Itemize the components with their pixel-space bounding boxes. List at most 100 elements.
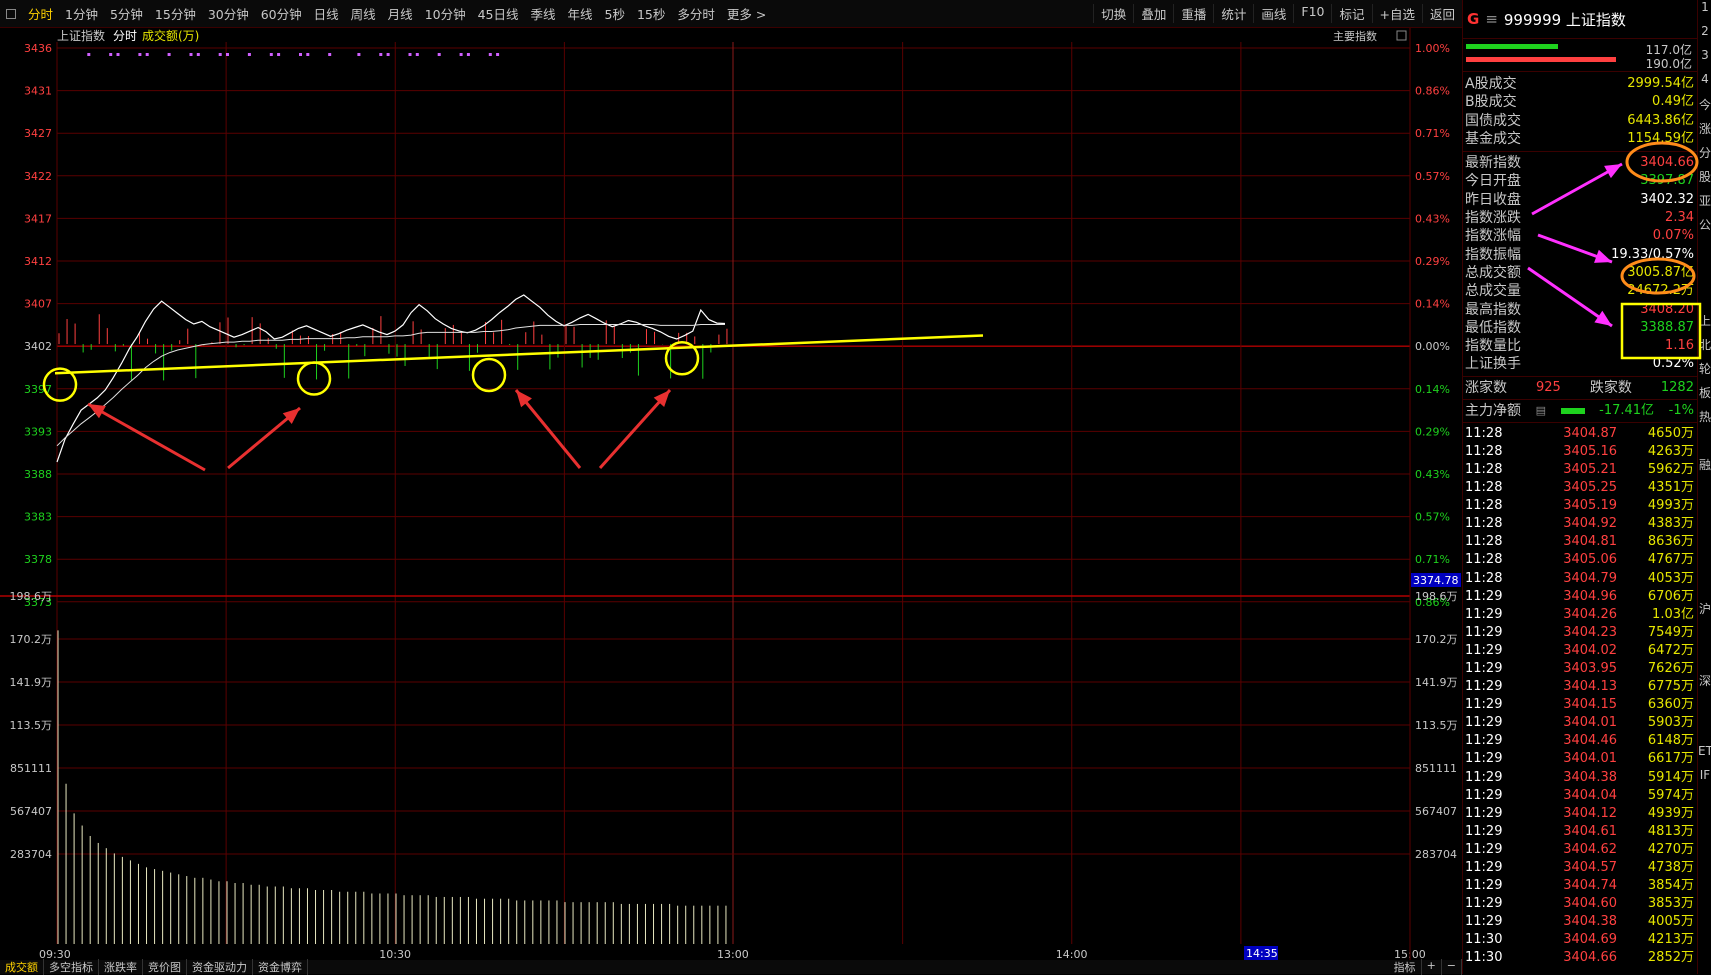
indicator-ctrl-0[interactable]: 指标 (1389, 959, 1422, 975)
tab-period-1[interactable]: 1分钟 (59, 4, 104, 23)
side-strip-item[interactable] (1698, 696, 1711, 720)
stat-value: 24672.2万 (1627, 283, 1694, 299)
g-badge[interactable]: G (1467, 10, 1479, 28)
side-strip-item[interactable] (1698, 240, 1711, 264)
tick-row: 11:29 3404.62 4270万 (1463, 841, 1698, 859)
indicator-tab-5[interactable]: 资金博弈 (253, 959, 308, 975)
up-count: 925 (1536, 379, 1561, 395)
indicator-ctrl-2[interactable]: − (1442, 959, 1462, 975)
tab-period-4[interactable]: 30分钟 (202, 4, 255, 23)
signal-dot (277, 53, 281, 56)
side-strip-item[interactable]: 分 (1698, 144, 1711, 168)
flow-icon[interactable]: ▤ (1536, 400, 1546, 422)
side-strip-item[interactable]: 热 (1698, 408, 1711, 432)
side-strip-item[interactable]: 涨 (1698, 120, 1711, 144)
tab-period-0[interactable]: 分时 (22, 4, 59, 23)
side-strip-item[interactable]: 今 (1698, 96, 1711, 120)
toolbar-btn-5[interactable]: F10 (1293, 4, 1331, 23)
side-strip-item[interactable]: 融 (1698, 456, 1711, 480)
side-strip-item[interactable] (1698, 504, 1711, 528)
tick-volume: 6360万 (1647, 697, 1694, 713)
tick-time: 11:28 (1465, 480, 1503, 496)
toolbar-btn-1[interactable]: 叠加 (1133, 4, 1173, 23)
tick-volume: 5974万 (1647, 787, 1694, 803)
side-strip-item[interactable] (1698, 264, 1711, 288)
side-strip-item[interactable]: 股 (1698, 168, 1711, 192)
side-strip: 1234今涨分股亚公上北轮板热融沪深 ETIF (1697, 0, 1711, 974)
indicator-tab-2[interactable]: 涨跌率 (99, 959, 143, 975)
tab-period-6[interactable]: 日线 (308, 4, 345, 23)
expand-icon[interactable] (1396, 30, 1407, 41)
side-strip-item[interactable]: 3 (1698, 48, 1711, 72)
signal-dot (189, 53, 193, 56)
stat-value: 3397.87 (1640, 173, 1694, 189)
side-strip-item[interactable] (1698, 552, 1711, 576)
indicator-tab-3[interactable]: 竞价图 (143, 959, 187, 975)
toolbar-btn-2[interactable]: 重播 (1173, 4, 1213, 23)
tick-price: 3404.38 (1563, 769, 1617, 785)
toolbar-btn-4[interactable]: 画线 (1253, 4, 1293, 23)
stat-row: 指数涨跌 2.34 (1463, 209, 1698, 227)
toolbar-btn-7[interactable]: +自选 (1371, 4, 1422, 23)
side-strip-item[interactable]: 上 (1698, 312, 1711, 336)
stat-row: 最新指数 3404.66 (1463, 154, 1698, 172)
tick-list[interactable]: 11:28 3404.87 4650万 11:28 3405.16 4263万 11:28 3… (1463, 423, 1698, 968)
stat-label: 指数涨跌 (1465, 210, 1521, 227)
side-strip-item[interactable]: ET (1698, 744, 1711, 768)
tab-period-10[interactable]: 45日线 (472, 4, 525, 23)
side-strip-item[interactable] (1698, 480, 1711, 504)
indicator-tab-0[interactable]: 成交额 (0, 959, 44, 975)
tab-period-7[interactable]: 周线 (345, 4, 382, 23)
tab-period-11[interactable]: 季线 (525, 4, 562, 23)
side-strip-item[interactable]: 1 (1698, 0, 1711, 24)
main-index-label[interactable]: 主要指数 (1333, 29, 1377, 43)
side-strip-item[interactable]: IF (1698, 768, 1711, 792)
toolbar-btn-0[interactable]: 切换 (1093, 4, 1133, 23)
side-strip-item[interactable]: 轮 (1698, 360, 1711, 384)
period-toolbar: 分时 1分钟 5分钟 15分钟 30分钟 60分钟 日线 周线 月线 10分钟 45日线 季线 年线 5秒… (0, 0, 1462, 28)
toolbar-btn-8[interactable]: 返回 (1421, 4, 1462, 23)
side-strip-item[interactable] (1698, 720, 1711, 744)
side-strip-item[interactable]: 北 (1698, 336, 1711, 360)
tick-price: 3404.81 (1563, 534, 1617, 550)
toolbar-btn-3[interactable]: 统计 (1213, 4, 1253, 23)
signal-dot (437, 53, 441, 56)
signal-dot (269, 53, 273, 56)
side-strip-item[interactable] (1698, 648, 1711, 672)
toggle-panel-icon[interactable] (6, 8, 16, 19)
tick-volume: 4993万 (1647, 498, 1694, 514)
indicator-ctrl-1[interactable]: + (1422, 959, 1442, 975)
side-strip-item[interactable] (1698, 528, 1711, 552)
intraday-chart[interactable]: 上证指数 分时 成交额(万) 主要指数 3436 1.00% 3431 0.86% 3427 0.… (0, 28, 1462, 961)
side-strip-item[interactable] (1698, 624, 1711, 648)
tab-period-12[interactable]: 年线 (562, 4, 599, 23)
tab-period-5[interactable]: 60分钟 (255, 4, 308, 23)
tick-volume: 4767万 (1647, 552, 1694, 568)
tab-period-9[interactable]: 10分钟 (419, 4, 472, 23)
menu-icon[interactable]: ≡ (1485, 10, 1498, 28)
tab-period-3[interactable]: 15分钟 (149, 4, 202, 23)
side-strip-item[interactable]: 深 (1698, 672, 1711, 696)
side-strip-item[interactable]: 沪 (1698, 600, 1711, 624)
tab-period-16[interactable]: 更多 > (721, 4, 772, 23)
side-strip-item[interactable]: 板 (1698, 384, 1711, 408)
tab-period-8[interactable]: 月线 (382, 4, 419, 23)
stat-label: 昨日收盘 (1465, 191, 1521, 208)
side-strip-item[interactable]: 亚 (1698, 192, 1711, 216)
side-strip-item[interactable]: 2 (1698, 24, 1711, 48)
toolbar-btn-6[interactable]: 标记 (1331, 4, 1371, 23)
side-strip-item[interactable] (1698, 288, 1711, 312)
stat-label: 总成交额 (1465, 264, 1521, 281)
tab-period-13[interactable]: 5秒 (599, 4, 631, 23)
signal-dot (496, 53, 500, 56)
tab-period-2[interactable]: 5分钟 (104, 4, 149, 23)
tab-period-15[interactable]: 多分时 (671, 4, 721, 23)
tick-time: 11:29 (1465, 588, 1503, 604)
side-strip-item[interactable] (1698, 432, 1711, 456)
side-strip-item[interactable]: 4 (1698, 72, 1711, 96)
side-strip-item[interactable]: 公 (1698, 216, 1711, 240)
indicator-tab-1[interactable]: 多空指标 (44, 959, 99, 975)
tab-period-14[interactable]: 15秒 (631, 4, 671, 23)
side-strip-item[interactable] (1698, 576, 1711, 600)
indicator-tab-4[interactable]: 资金驱动力 (187, 959, 253, 975)
